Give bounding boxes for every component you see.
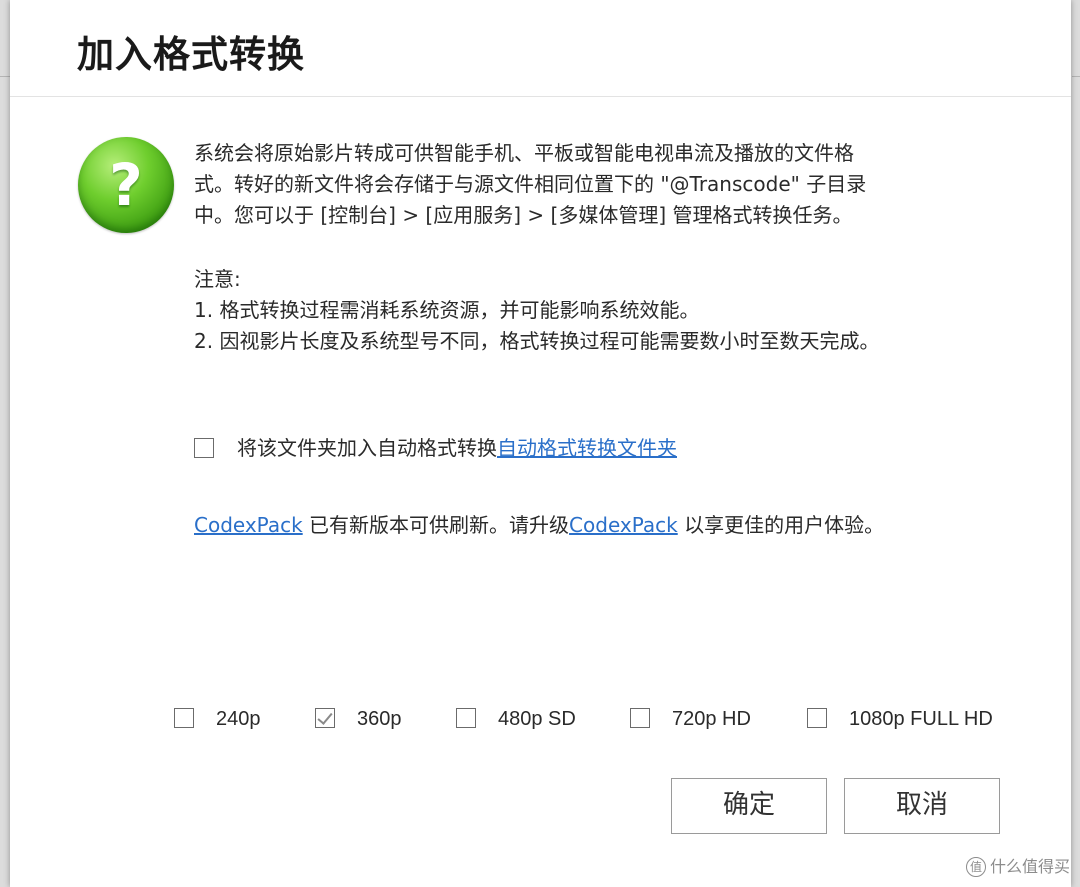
resolution-label: 480p SD xyxy=(498,708,576,730)
codexpack-text: 已有新版本可供刷新。请升级 xyxy=(302,513,570,537)
watermark: 值什么值得买 xyxy=(965,853,1070,877)
resolution-checkbox[interactable] xyxy=(807,708,827,728)
note-item: 1. 格式转换过程需消耗系统资源，并可能影响系统效能。 xyxy=(194,298,700,322)
dialog-title: 加入格式转换 xyxy=(77,33,305,76)
resolution-checkbox[interactable] xyxy=(456,708,476,728)
codexpack-notice: CodexPack 已有新版本可供刷新。请升级CodexPack 以享更佳的用户… xyxy=(194,510,884,540)
watermark-logo-icon: 值 xyxy=(965,857,986,877)
auto-transcode-folder-link[interactable]: 自动格式转换文件夹 xyxy=(497,436,677,460)
intro-line: 中。您可以于 [控制台] > [应用服务] > [多媒体管理] 管理格式转换任务… xyxy=(194,203,853,227)
note-item: 2. 因视影片长度及系统型号不同，格式转换过程可能需要数小时至数天完成。 xyxy=(194,329,880,353)
resolution-label: 720p HD xyxy=(672,708,751,730)
intro-line: 系统会将原始影片转成可供智能手机、平板或智能电视串流及播放的文件格 xyxy=(194,141,854,165)
watermark-text: 什么值得买 xyxy=(989,856,1070,876)
auto-transcode-checkbox[interactable] xyxy=(194,438,214,458)
resolution-label: 240p xyxy=(216,708,261,730)
notes-text: 注意: 1. 格式转换过程需消耗系统资源，并可能影响系统效能。 2. 因视影片长… xyxy=(194,264,1014,357)
codexpack-upgrade-link[interactable]: CodexPack xyxy=(569,513,678,537)
cancel-button[interactable]: 取消 xyxy=(844,778,1000,834)
auto-transcode-label: 将该文件夹加入自动格式转换 xyxy=(237,436,497,460)
resolution-checkbox[interactable] xyxy=(315,708,335,728)
transcode-dialog: 加入格式转换 ? 系统会将原始影片转成可供智能手机、平板或智能电视串流及播放的文… xyxy=(10,0,1071,887)
background-divider-right xyxy=(1072,76,1080,77)
notes-heading: 注意: xyxy=(194,267,241,291)
resolution-checkbox[interactable] xyxy=(630,708,650,728)
resolution-checkbox[interactable] xyxy=(174,708,194,728)
ok-button[interactable]: 确定 xyxy=(671,778,827,834)
resolution-label: 1080p FULL HD xyxy=(849,708,993,730)
background-divider-left xyxy=(0,76,10,77)
dialog-header: 加入格式转换 xyxy=(10,0,1071,97)
question-mark-icon: ? xyxy=(78,137,174,233)
codexpack-text-end: 以享更佳的用户体验。 xyxy=(677,513,885,537)
intro-line: 式。转好的新文件将会存储于与源文件相同位置下的 "@Transcode" 子目录 xyxy=(194,172,867,196)
intro-text: 系统会将原始影片转成可供智能手机、平板或智能电视串流及播放的文件格 式。转好的新… xyxy=(194,138,994,231)
resolution-label: 360p xyxy=(357,708,402,730)
codexpack-link[interactable]: CodexPack xyxy=(194,513,303,537)
